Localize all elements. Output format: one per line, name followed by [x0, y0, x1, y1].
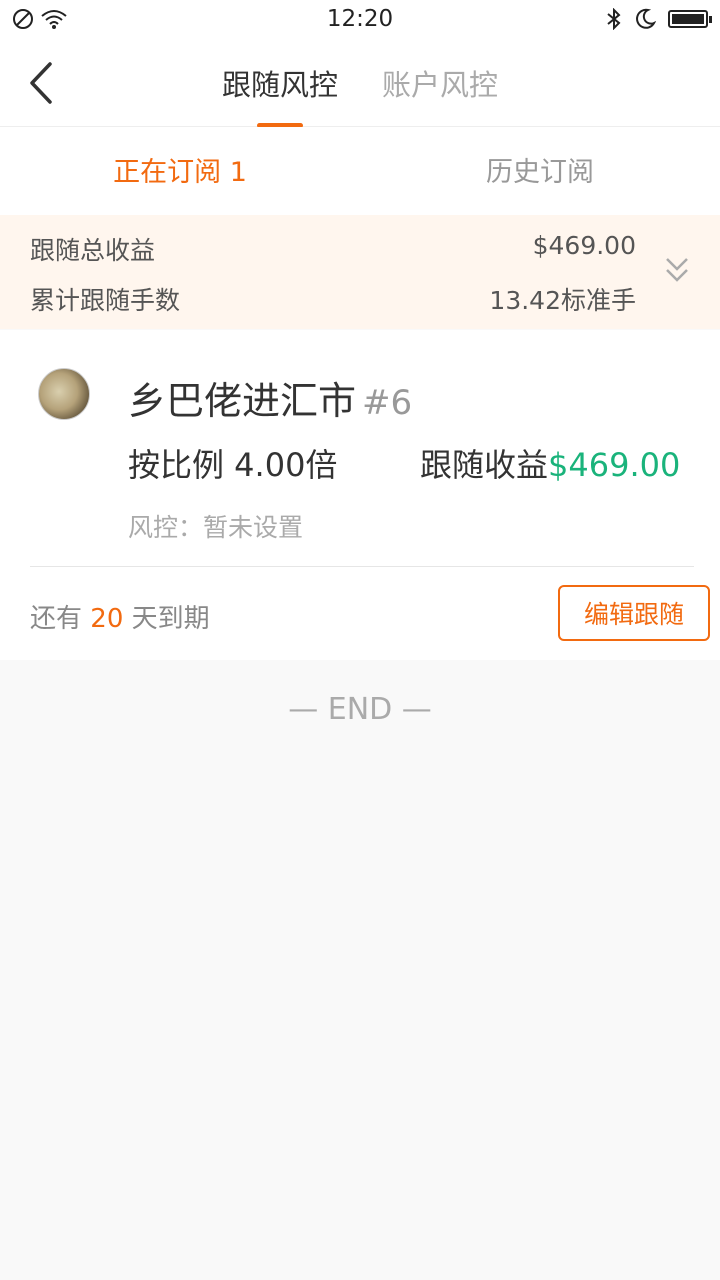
total-profit-value: $469.00 — [532, 231, 636, 260]
moon-icon — [636, 8, 656, 29]
expiry-suffix: 天到期 — [131, 604, 210, 634]
tab-account-risk[interactable]: 账户风控 — [380, 62, 500, 104]
nav-tabs: 跟随风控 账户风控 — [0, 62, 720, 128]
double-chevron-down-icon[interactable] — [664, 253, 690, 287]
tab-account-risk-label: 账户风控 — [382, 68, 499, 102]
total-profit-row: 跟随总收益 $469.00 — [30, 231, 636, 267]
nav-bar: 跟随风控 账户风控 — [0, 40, 720, 128]
expiry-text: 还有 20 天到期 — [30, 598, 210, 635]
risk-setting: 风控：暂未设置 — [128, 513, 304, 542]
tab-current-subscriptions[interactable]: 正在订阅 1 — [0, 127, 360, 215]
trader-tag: #6 — [362, 383, 413, 423]
trader-name-row: 乡巴佬进汇市 #6 — [128, 370, 412, 425]
battery-icon — [668, 10, 712, 28]
follow-ratio: 按比例 4.00倍 — [128, 446, 338, 484]
total-profit-label: 跟随总收益 — [30, 236, 156, 265]
card-divider — [30, 566, 694, 567]
follow-profit-label: 跟随收益 — [420, 446, 549, 484]
tab-follow-risk-label: 跟随风控 — [221, 68, 338, 102]
total-lots-value: 13.42标准手 — [489, 286, 636, 315]
follow-profit-value: $469.00 — [548, 446, 681, 484]
edit-follow-button[interactable]: 编辑跟随 — [558, 585, 710, 641]
status-right — [606, 8, 712, 30]
total-lots-row: 累计跟随手数 13.42标准手 — [30, 281, 636, 317]
follow-profit-row: 跟随收益$469.00 — [420, 440, 680, 486]
expiry-days: 20 — [90, 604, 124, 634]
subscription-card[interactable]: 乡巴佬进汇市 #6 按比例 4.00倍 跟随收益$469.00 风控：暂未设置 还… — [0, 330, 720, 660]
trader-name: 乡巴佬进汇市 — [128, 379, 357, 423]
end-marker: — END — — [288, 692, 432, 727]
follow-summary: 跟随总收益 $469.00 累计跟随手数 13.42标准手 — [0, 215, 720, 329]
tab-history-subscriptions[interactable]: 历史订阅 — [360, 127, 720, 215]
subscription-tabs: 正在订阅 1 历史订阅 — [0, 127, 720, 215]
expiry-prefix: 还有 — [30, 604, 83, 634]
tab-follow-risk[interactable]: 跟随风控 — [220, 62, 340, 128]
bluetooth-icon — [607, 8, 621, 30]
avatar — [38, 368, 90, 420]
status-bar: 12:20 — [0, 0, 720, 40]
total-lots-label: 累计跟随手数 — [30, 286, 181, 315]
